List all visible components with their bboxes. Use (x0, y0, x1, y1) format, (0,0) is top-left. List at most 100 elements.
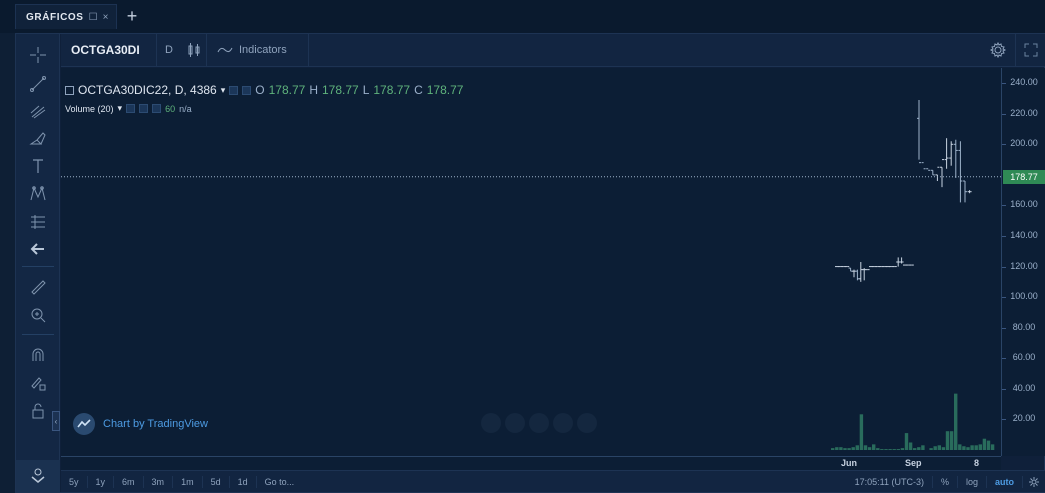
volume-bar (937, 445, 941, 450)
volume-value: 60 (165, 103, 176, 114)
tab-bar: GRÁFICOS ☐ × + (0, 0, 1045, 33)
volume-settings-icon[interactable] (139, 104, 149, 113)
volume-extra: n/a (179, 103, 192, 114)
volume-bar (880, 449, 884, 450)
price-label: 20.00 (1012, 413, 1036, 424)
volume-bar (962, 446, 966, 450)
volume-legend: Volume (20) ▾ 60 n/a (65, 103, 192, 114)
low-label: L (362, 83, 370, 97)
ruler-icon[interactable] (16, 274, 60, 300)
volume-bar (847, 448, 851, 450)
open-label: O (255, 83, 265, 97)
high-label: H (309, 83, 318, 97)
price-label: 240.00 (1010, 77, 1038, 88)
zoom-in-nav-icon[interactable] (505, 413, 525, 433)
close-tab-icon[interactable]: × (103, 12, 109, 23)
chart-type-button[interactable] (181, 34, 207, 66)
volume-bar (831, 448, 835, 450)
close-label: C (414, 83, 423, 97)
tab-graficos[interactable]: GRÁFICOS ☐ × (15, 4, 117, 29)
scroll-left-icon[interactable] (529, 413, 549, 433)
range-1d[interactable]: 1d (230, 475, 257, 488)
goto-button[interactable]: Go to... (257, 477, 303, 487)
volume-bar (966, 447, 970, 450)
time-axis[interactable]: Jun Sep 8 (61, 456, 1001, 470)
pattern-icon[interactable] (16, 181, 60, 207)
popout-icon[interactable]: ☐ (89, 12, 98, 23)
range-5y[interactable]: 5y (61, 475, 88, 488)
volume-close-icon[interactable] (152, 104, 162, 113)
volume-bar (843, 448, 847, 450)
price-label: 60.00 (1012, 352, 1036, 363)
price-label: 140.00 (1010, 230, 1038, 241)
price-label: 40.00 (1012, 382, 1036, 393)
scroll-right-icon[interactable] (553, 413, 573, 433)
legend-symbol[interactable]: OCTGA30DIC22, D, 4386 (78, 83, 217, 97)
pitchfork-icon[interactable] (16, 98, 60, 124)
volume-bar (933, 446, 937, 450)
collapse-legend-icon[interactable] (65, 85, 74, 95)
price-axis[interactable]: 240.00 220.00 200.00 160.00 140.00 120.00 100.… (1001, 68, 1045, 456)
volume-bar (900, 448, 905, 450)
fib-icon[interactable] (16, 209, 60, 235)
range-6m[interactable]: 6m (114, 475, 144, 488)
chart-pane[interactable]: OCTGA30DIC22, D, 4386 ▾ O 178.77 H 178.77 … (61, 68, 1001, 456)
price-label: 160.00 (1010, 199, 1038, 210)
magnet-icon[interactable] (16, 342, 60, 368)
eye-icon[interactable] (16, 460, 60, 492)
price-label: 80.00 (1012, 321, 1036, 332)
lock-pencil-icon[interactable] (16, 370, 60, 396)
volume-bar (839, 447, 843, 450)
volume-bar (904, 433, 909, 450)
volume-label[interactable]: Volume (20) (65, 104, 114, 114)
volume-bar (986, 440, 991, 450)
volume-bar (908, 442, 913, 450)
settings-button[interactable] (983, 34, 1013, 66)
chart-canvas[interactable] (61, 68, 1001, 456)
legend-eye-icon[interactable] (229, 85, 239, 95)
volume-bar (913, 448, 917, 450)
auto-scale-button[interactable]: auto (987, 476, 1023, 488)
volume-dropdown-icon[interactable]: ▾ (118, 103, 123, 114)
high-value: 178.77 (321, 83, 359, 97)
fullscreen-button[interactable] (1015, 34, 1045, 66)
new-tab-button[interactable]: + (121, 5, 143, 27)
range-1y[interactable]: 1y (88, 475, 115, 488)
current-price-badge: 178.77 (1003, 169, 1045, 184)
volume-bar (990, 444, 995, 450)
bottom-settings-icon[interactable] (1023, 476, 1045, 488)
zoom-out-icon[interactable] (481, 413, 501, 433)
indicators-icon (217, 47, 233, 53)
text-icon[interactable] (16, 153, 60, 179)
chart-navigation (481, 413, 597, 433)
tradingview-branding[interactable]: Chart by TradingView (73, 413, 208, 435)
percent-scale-button[interactable]: % (933, 476, 958, 488)
back-arrow-icon[interactable] (16, 236, 60, 262)
price-label: 120.00 (1010, 260, 1038, 271)
tab-label: GRÁFICOS (26, 11, 84, 23)
gear-icon (989, 41, 1007, 59)
volume-bar (888, 449, 892, 450)
interval-button[interactable]: D (157, 34, 181, 66)
legend-dropdown-icon[interactable]: ▾ (221, 85, 226, 96)
volume-bar (945, 431, 950, 450)
range-5d[interactable]: 5d (203, 475, 230, 488)
clock[interactable]: 17:05:11 (UTC-3) (847, 476, 933, 488)
range-1m[interactable]: 1m (173, 475, 203, 488)
volume-eye-icon[interactable] (126, 104, 136, 113)
volume-bar (855, 445, 859, 450)
symbol-search-button[interactable]: OCTGA30DI (61, 34, 157, 66)
top-toolbar: OCTGA30DI D Indicators (61, 34, 1045, 67)
reset-icon[interactable] (577, 413, 597, 433)
trend-line-icon[interactable] (16, 71, 60, 97)
range-3m[interactable]: 3m (144, 475, 174, 488)
log-scale-button[interactable]: log (958, 476, 987, 488)
indicators-button[interactable]: Indicators (209, 34, 309, 66)
collapse-toolbar-handle[interactable]: ‹ (52, 411, 60, 431)
volume-bar (941, 447, 946, 450)
crosshair-icon[interactable] (16, 42, 60, 68)
legend-settings-icon[interactable] (242, 85, 252, 95)
branding-text[interactable]: Chart by TradingView (103, 418, 208, 430)
brush-icon[interactable] (16, 126, 60, 152)
zoom-in-icon[interactable] (16, 302, 60, 328)
